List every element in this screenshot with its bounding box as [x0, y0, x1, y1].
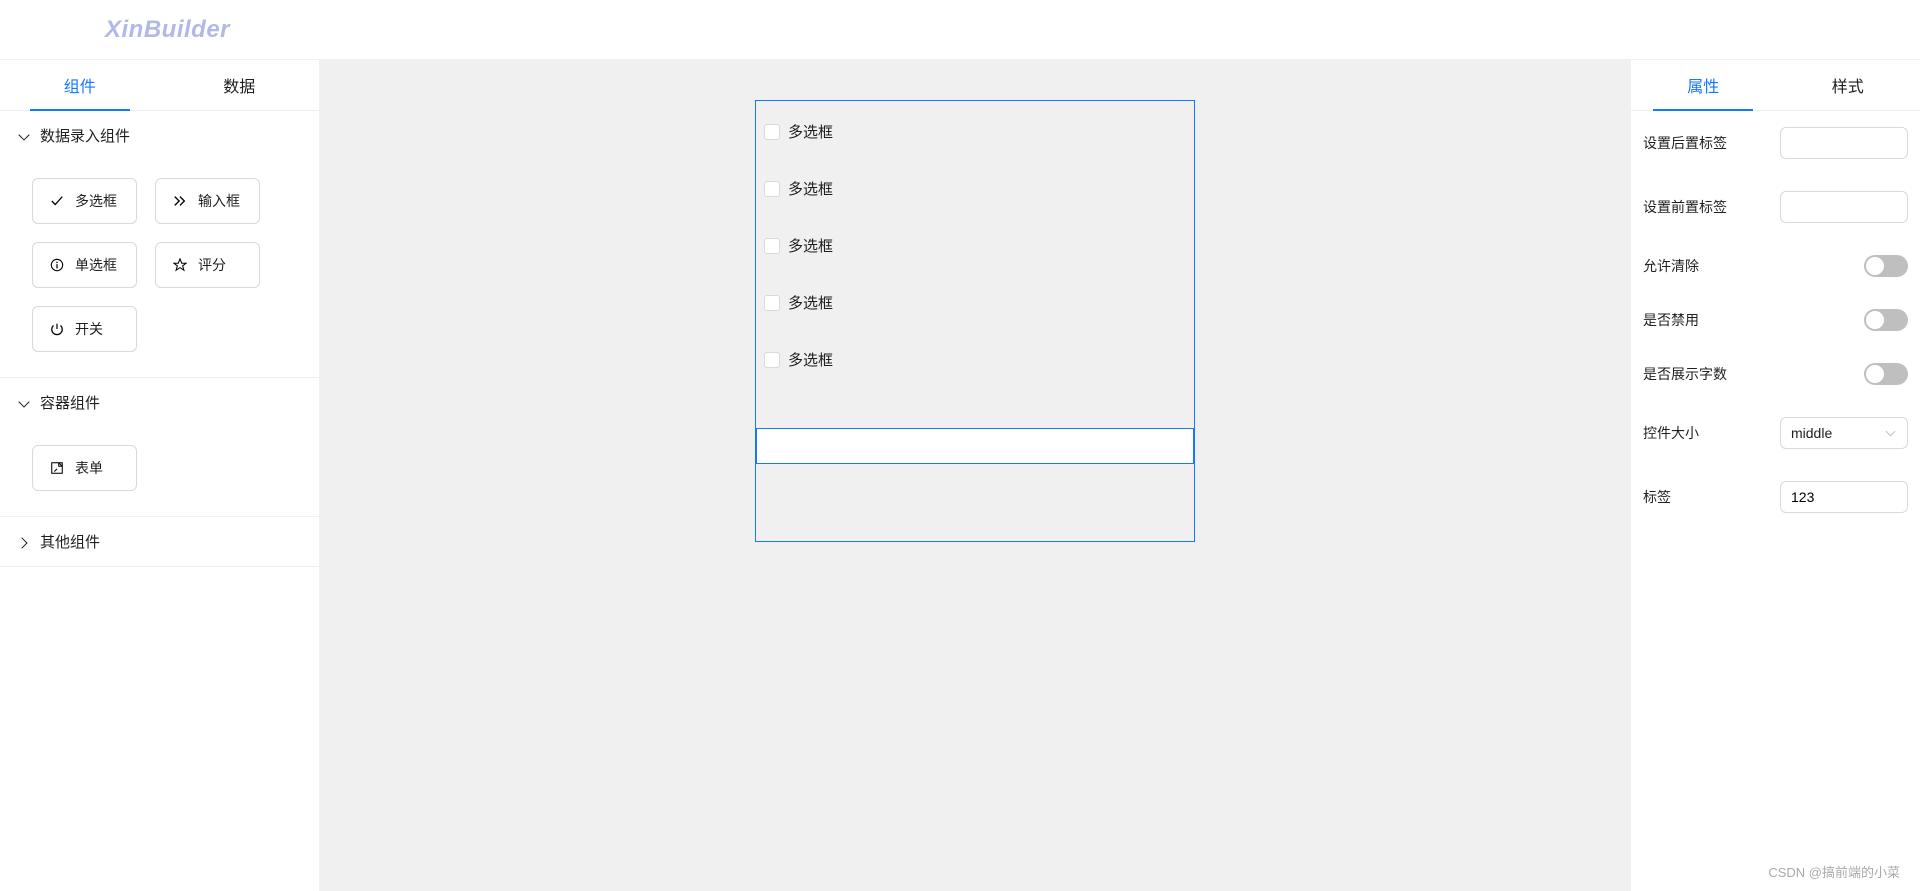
checkbox-input[interactable]: [764, 181, 780, 197]
form-icon: [49, 460, 65, 476]
chevron-down-icon: [1887, 428, 1897, 438]
checkbox-label: 多选框: [788, 349, 833, 370]
prop-allow-clear: 允许清除: [1631, 239, 1920, 293]
chevron-right-icon: [18, 536, 30, 548]
form-container-selected[interactable]: 多选框 多选框 多选框 多选框: [755, 100, 1195, 542]
tab-attributes[interactable]: 属性: [1631, 60, 1776, 110]
prop-label: 设置后置标签: [1643, 133, 1727, 153]
main-layout: 组件 数据 数据录入组件 多选框: [0, 60, 1920, 891]
checkbox-label: 多选框: [788, 121, 833, 142]
tag-input[interactable]: [1780, 481, 1908, 513]
tab-label: 数据: [223, 79, 255, 96]
component-switch[interactable]: 开关: [32, 306, 137, 352]
disabled-switch[interactable]: [1864, 309, 1908, 331]
checkbox-list: 多选框 多选框 多选框 多选框: [756, 101, 1194, 388]
component-label: 单选框: [75, 255, 117, 275]
checkbox-item[interactable]: 多选框: [756, 217, 1194, 274]
input-region: [756, 408, 1194, 541]
prop-label: 是否禁用: [1643, 310, 1699, 330]
app-header: XinBuilder: [0, 0, 1920, 60]
component-label: 评分: [198, 255, 226, 275]
select-value: middle: [1791, 425, 1832, 441]
chevron-down-icon: [18, 397, 30, 409]
tab-label: 属性: [1687, 79, 1719, 96]
tab-label: 组件: [64, 79, 96, 96]
info-circle-icon: [49, 257, 65, 273]
tab-label: 样式: [1832, 79, 1864, 96]
component-radio[interactable]: 单选框: [32, 242, 137, 288]
prop-label: 设置前置标签: [1643, 197, 1727, 217]
left-panel: 组件 数据 数据录入组件 多选框: [0, 60, 320, 891]
checkbox-label: 多选框: [788, 178, 833, 199]
double-chevron-right-icon: [172, 193, 188, 209]
section-other: 其他组件: [0, 517, 319, 567]
checkbox-input[interactable]: [764, 124, 780, 140]
prop-suffix-label: 设置后置标签: [1631, 111, 1920, 175]
prop-label: 允许清除: [1643, 256, 1699, 276]
text-input-selected[interactable]: [756, 428, 1194, 464]
left-tabs: 组件 数据: [0, 60, 319, 111]
checkbox-label: 多选框: [788, 235, 833, 256]
section-title: 容器组件: [40, 392, 100, 413]
checkbox-input[interactable]: [764, 352, 780, 368]
component-input[interactable]: 输入框: [155, 178, 260, 224]
component-checkbox[interactable]: 多选框: [32, 178, 137, 224]
component-label: 表单: [75, 458, 103, 478]
checkbox-item[interactable]: 多选框: [756, 331, 1194, 388]
prop-size: 控件大小 middle: [1631, 401, 1920, 465]
checkbox-item[interactable]: 多选框: [756, 160, 1194, 217]
checkbox-item[interactable]: 多选框: [756, 274, 1194, 331]
right-panel: 属性 样式 设置后置标签 设置前置标签 允许清除 是否禁用: [1630, 60, 1920, 891]
prop-tag: 标签: [1631, 465, 1920, 529]
check-icon: [49, 193, 65, 209]
section-header-container[interactable]: 容器组件: [0, 378, 319, 427]
prop-prefix-label: 设置前置标签: [1631, 175, 1920, 239]
watermark: CSDN @搞前端的小菜: [1768, 862, 1900, 881]
prop-label: 是否展示字数: [1643, 364, 1727, 384]
section-data-entry: 数据录入组件 多选框 输入框: [0, 111, 319, 378]
section-header-data-entry[interactable]: 数据录入组件: [0, 111, 319, 160]
component-label: 输入框: [198, 191, 240, 211]
show-count-switch[interactable]: [1864, 363, 1908, 385]
form-empty-space: [756, 464, 1194, 541]
power-icon: [49, 321, 65, 337]
app-logo: XinBuilder: [105, 16, 230, 44]
chevron-down-icon: [18, 130, 30, 142]
checkbox-item[interactable]: 多选框: [756, 103, 1194, 160]
prop-show-count: 是否展示字数: [1631, 347, 1920, 401]
tab-data[interactable]: 数据: [160, 60, 320, 110]
section-title: 数据录入组件: [40, 125, 130, 146]
canvas-area[interactable]: 多选框 多选框 多选框 多选框: [320, 60, 1630, 891]
suffix-label-input[interactable]: [1780, 127, 1908, 159]
tab-style[interactable]: 样式: [1776, 60, 1920, 110]
tab-component[interactable]: 组件: [0, 60, 160, 110]
component-rate[interactable]: 评分: [155, 242, 260, 288]
component-label: 开关: [75, 319, 103, 339]
prop-label: 控件大小: [1643, 423, 1699, 443]
checkbox-input[interactable]: [764, 238, 780, 254]
section-body-data-entry: 多选框 输入框 单选框: [0, 160, 319, 377]
section-title: 其他组件: [40, 531, 100, 552]
prop-disabled: 是否禁用: [1631, 293, 1920, 347]
size-select[interactable]: middle: [1780, 417, 1908, 449]
component-label: 多选框: [75, 191, 117, 211]
checkbox-input[interactable]: [764, 295, 780, 311]
checkbox-label: 多选框: [788, 292, 833, 313]
form-content: 多选框 多选框 多选框 多选框: [756, 101, 1194, 541]
property-list: 设置后置标签 设置前置标签 允许清除 是否禁用 是否展示字数 控件大小: [1631, 111, 1920, 529]
prop-label: 标签: [1643, 487, 1671, 507]
star-icon: [172, 257, 188, 273]
allow-clear-switch[interactable]: [1864, 255, 1908, 277]
section-header-other[interactable]: 其他组件: [0, 517, 319, 566]
right-tabs: 属性 样式: [1631, 60, 1920, 111]
component-form[interactable]: 表单: [32, 445, 137, 491]
section-body-container: 表单: [0, 427, 319, 516]
section-container: 容器组件 表单: [0, 378, 319, 517]
prefix-label-input[interactable]: [1780, 191, 1908, 223]
